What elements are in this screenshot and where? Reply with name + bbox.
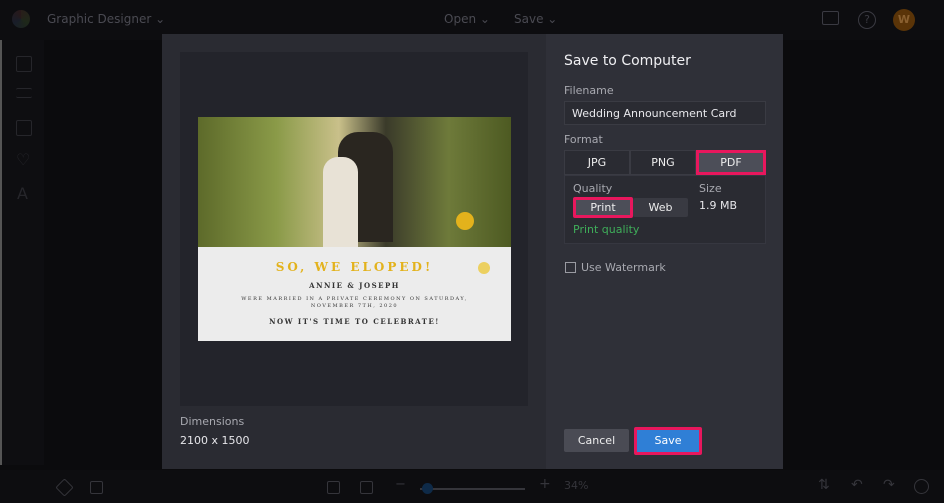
bottom-bar: − + 34% ⇅ ↶ ↷ [0,470,944,503]
preview-frame: SO, WE ELOPED! ANNIE & JOSEPH WERE MARRI… [180,52,528,406]
size-label: Size [699,182,722,195]
help-icon[interactable]: ? [858,11,876,29]
font-icon[interactable]: A [17,184,28,203]
format-pdf[interactable]: PDF [696,150,766,175]
grid-icon[interactable] [16,120,32,136]
fit-screen-icon[interactable] [327,481,340,494]
undo-icon[interactable]: ↶ [851,477,863,493]
save-dialog: SO, WE ELOPED! ANNIE & JOSEPH WERE MARRI… [162,34,783,469]
open-label: Open [444,12,477,26]
size-value: 1.9 MB [699,199,738,212]
quality-note: Print quality [573,223,640,236]
zoom-level: 34% [564,479,589,492]
filename-input[interactable]: Wedding Announcement Card [564,101,766,125]
watermark-checkbox[interactable] [565,262,576,273]
card-line3: NOW IT'S TIME TO CELEBRATE! [269,317,440,326]
avatar[interactable]: W [893,9,915,31]
card-names: ANNIE & JOSEPH [309,281,400,290]
format-label: Format [564,133,603,146]
dimensions-value: 2100 x 1500 [180,434,250,447]
pages-icon[interactable] [90,481,103,494]
redo-icon[interactable]: ↷ [883,477,895,493]
card-line1: WERE MARRIED IN A PRIVATE CEREMONY ON SA… [241,296,468,302]
expand-icon[interactable] [360,481,373,494]
open-menu[interactable]: Open ⌄ [444,12,490,26]
image-icon[interactable] [16,56,32,72]
left-sidebar: ♡ A [0,40,44,465]
preview-panel: SO, WE ELOPED! ANNIE & JOSEPH WERE MARRI… [162,34,546,469]
swap-icon[interactable]: ⇅ [818,477,830,493]
dimensions-label: Dimensions [180,415,245,428]
cancel-button[interactable]: Cancel [564,429,629,452]
zoom-slider-handle[interactable] [422,483,433,494]
format-jpg[interactable]: JPG [564,150,630,175]
quality-print[interactable]: Print [573,197,633,218]
zoom-out-button[interactable]: − [395,477,406,492]
zoom-slider[interactable] [420,483,525,494]
app-menu[interactable]: Graphic Designer ⌄ [47,12,165,26]
save-menu[interactable]: Save ⌄ [514,12,557,26]
watermark-label: Use Watermark [581,261,666,274]
save-label: Save [514,12,544,26]
app-name: Graphic Designer [47,12,152,26]
heart-icon[interactable]: ♡ [16,150,30,169]
comments-icon[interactable] [822,11,839,25]
logo-icon [12,10,30,28]
dialog-title: Save to Computer [564,53,691,69]
card-title: SO, WE ELOPED! [275,260,434,274]
filename-label: Filename [564,84,614,97]
save-button[interactable]: Save [634,427,702,455]
history-icon[interactable] [914,479,929,494]
quality-web[interactable]: Web [633,198,688,217]
quality-label: Quality [573,182,613,195]
format-png[interactable]: PNG [630,150,696,175]
text-icon[interactable] [16,88,32,98]
card-preview: SO, WE ELOPED! ANNIE & JOSEPH WERE MARRI… [198,117,511,341]
zoom-in-button[interactable]: + [539,476,551,492]
card-line2: NOVEMBER 7TH, 2020 [310,303,399,309]
layers-icon[interactable] [55,478,74,497]
